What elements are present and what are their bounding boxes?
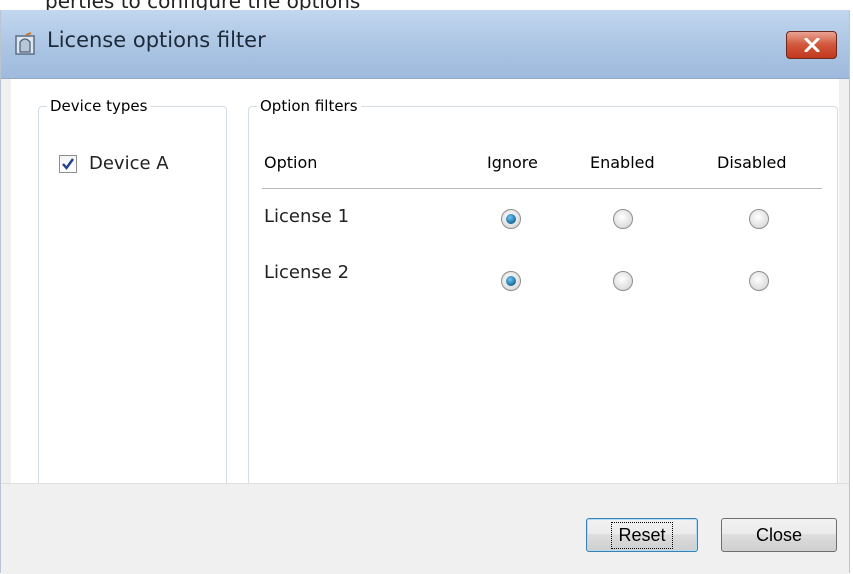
license-1-enabled-radio[interactable] [613, 209, 633, 229]
license-1-label: License 1 [264, 206, 350, 227]
license-2-label: License 2 [264, 262, 350, 283]
license-2-disabled-radio[interactable] [749, 271, 769, 291]
reset-button-label: Reset [611, 521, 673, 549]
dialog-footer: Reset Close [1, 483, 849, 574]
device-a-label: Device A [89, 153, 169, 174]
device-types-legend: Device types [47, 97, 151, 115]
close-icon [804, 38, 819, 52]
device-a-checkbox[interactable] [59, 154, 77, 173]
close-button[interactable]: Close [721, 518, 837, 552]
header-divider [262, 188, 822, 189]
title-bar[interactable]: License options filter [1, 10, 849, 79]
column-header-disabled: Disabled [717, 153, 787, 172]
dialog-content: Device types Device A Option filters Opt… [11, 79, 839, 489]
license-1-disabled-radio[interactable] [749, 209, 769, 229]
license-2-enabled-radio[interactable] [613, 271, 633, 291]
license-2-ignore-radio[interactable] [501, 271, 521, 291]
window-title: License options filter [47, 28, 266, 52]
column-header-enabled: Enabled [590, 153, 655, 172]
close-button-label: Close [755, 524, 803, 545]
device-types-group: Device types Device A [38, 97, 227, 489]
option-filters-legend: Option filters [257, 97, 361, 115]
window-close-button[interactable] [786, 31, 837, 59]
option-filters-group: Option filters Option Ignore Enabled Dis… [248, 97, 838, 489]
license-1-ignore-radio[interactable] [501, 209, 521, 229]
column-header-ignore: Ignore [487, 153, 538, 172]
app-icon [15, 32, 35, 55]
checkmark-icon [62, 157, 74, 170]
column-header-option: Option [264, 153, 318, 172]
device-a-checkbox-row[interactable]: Device A [59, 153, 169, 174]
dialog-window: License options filter Device types Devi… [0, 10, 850, 574]
reset-button[interactable]: Reset [586, 518, 698, 552]
